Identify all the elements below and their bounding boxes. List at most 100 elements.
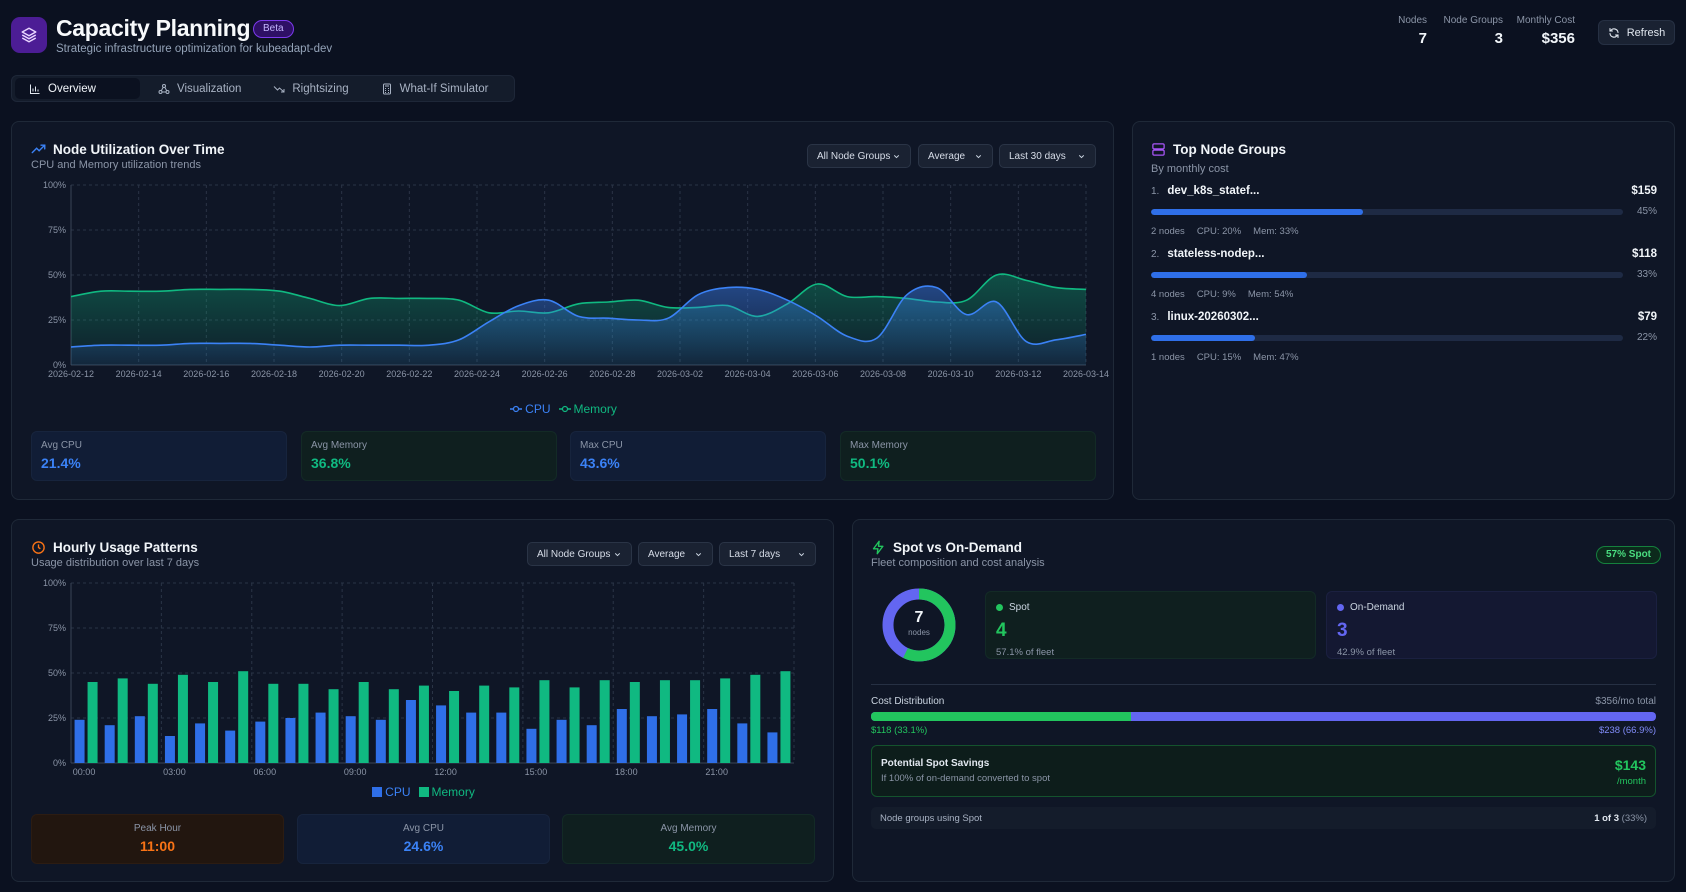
top-groups-title-text: Top Node Groups	[1173, 142, 1286, 157]
kpi-label: Max Memory	[850, 440, 908, 451]
memory-bar	[388, 689, 399, 763]
stat-nodes: Nodes 7	[1386, 15, 1427, 47]
tab-label: Rightsizing	[292, 82, 349, 95]
y-tick-label: 100%	[43, 578, 66, 588]
cost-share-bar	[1151, 208, 1623, 215]
cost-distribution-label: Cost Distribution	[871, 696, 945, 707]
ondemand-count: 3	[1337, 620, 1348, 641]
refresh-icon	[1609, 27, 1619, 38]
cost-distribution-bar	[871, 712, 1656, 721]
legend-memory: Memory	[558, 402, 617, 416]
cost-share-bar	[1151, 271, 1623, 278]
refresh-button[interactable]: Refresh	[1598, 20, 1675, 45]
bar-chart-icon	[30, 84, 40, 94]
stat-label: Node Groups	[1443, 15, 1503, 26]
hourly-usage-card: Hourly Usage Patterns Usage distribution…	[11, 519, 834, 882]
x-tick-label: 2026-03-06	[792, 369, 838, 379]
memory-bar	[208, 682, 219, 763]
node-group-index: 1.	[1151, 186, 1160, 197]
spot-label: Spot	[996, 602, 1305, 613]
memory-bar	[358, 682, 369, 763]
cpu-bar	[767, 732, 778, 763]
x-tick-label: 15:00	[525, 767, 548, 777]
ondemand-share: 42.9% of fleet	[1337, 647, 1396, 658]
memory-bar	[750, 674, 761, 763]
cpu-bar	[737, 723, 748, 763]
node-group-name-text: linux-20260302...	[1167, 311, 1259, 323]
y-tick-label: 75%	[48, 623, 66, 633]
savings-value: $143	[1614, 757, 1646, 773]
top-groups-subtitle: By monthly cost	[1151, 163, 1229, 175]
cpu-bar	[405, 700, 416, 763]
spot-subtitle: Fleet composition and cost analysis	[871, 557, 1045, 569]
legend-cpu-label: CPU	[525, 402, 551, 416]
server-icon	[1152, 143, 1165, 156]
node-group-row[interactable]: 3. linux-20260302... $79 22% 1 nodes CPU:…	[1151, 311, 1657, 363]
spot-count-box: Spot 4 57.1% of fleet	[985, 591, 1316, 659]
memory-bar	[117, 678, 128, 763]
node-group-row[interactable]: 2. stateless-nodep... $118 33% 4 nodes CP…	[1151, 248, 1657, 300]
refresh-label: Refresh	[1626, 26, 1666, 39]
spot-title-text: Spot vs On-Demand	[893, 540, 1023, 555]
x-tick-label: 2026-02-26	[522, 369, 568, 379]
tab-overview[interactable]: Overview	[15, 78, 140, 99]
cpu-bar	[496, 712, 507, 763]
cpu-bar	[345, 716, 356, 763]
app-logo	[11, 17, 47, 53]
stat-label: Monthly Cost	[1516, 15, 1575, 26]
spot-share: 57.1% of fleet	[996, 647, 1055, 658]
tab-label: Visualization	[177, 82, 242, 95]
x-tick-label: 2026-02-20	[319, 369, 365, 379]
kpi-max-memory: Max Memory 50.1%	[840, 431, 1096, 481]
node-group-name: 1. dev_k8s_statef...	[1151, 185, 1259, 197]
page-title: Capacity Planning	[56, 15, 251, 41]
cpu-bar	[646, 716, 657, 763]
memory-bar	[509, 687, 520, 763]
legend-memory-label: Memory	[573, 402, 617, 416]
memory-bar	[238, 671, 249, 763]
line-marker-icon	[510, 405, 523, 413]
x-tick-label: 06:00	[254, 767, 277, 777]
memory-bar	[87, 682, 98, 763]
cpu-bar	[285, 718, 296, 763]
tab-what-if-simulator[interactable]: What-If Simulator	[367, 78, 503, 99]
tab-visualization[interactable]: Visualization	[144, 78, 255, 99]
ondemand-label-text: On-Demand	[1350, 602, 1405, 613]
kpi-label: Avg CPU	[403, 823, 444, 834]
memory-bar	[449, 691, 460, 763]
utilization-legend: CPU Memory	[12, 402, 1115, 416]
calculator-icon	[382, 83, 391, 94]
savings-unit: /month	[1616, 776, 1646, 787]
cpu-bar	[74, 719, 85, 763]
node-group-name: 3. linux-20260302...	[1151, 311, 1259, 323]
cost-share-percent: 45%	[1636, 206, 1657, 217]
kpi-avg-memory: Avg Memory 45.0%	[562, 814, 815, 864]
x-tick-label: 12:00	[434, 767, 457, 777]
tab-rightsizing[interactable]: Rightsizing	[259, 78, 362, 99]
x-tick-label: 2026-02-16	[183, 369, 229, 379]
kpi-avg-memory: Avg Memory 36.8%	[301, 431, 557, 481]
cpu-usage: CPU: 9%	[1196, 289, 1236, 300]
savings-title: Potential Spot Savings	[881, 758, 990, 769]
legend-cpu: CPU	[372, 785, 411, 799]
kpi-label: Avg Memory	[660, 823, 717, 834]
stat-value: $356	[1541, 30, 1575, 47]
y-tick-label: 50%	[48, 270, 66, 280]
y-tick-label: 25%	[48, 713, 66, 723]
cpu-bar	[556, 719, 567, 763]
savings-box: Potential Spot Savings If 100% of on-dem…	[871, 745, 1656, 797]
node-count: 1 nodes	[1151, 352, 1185, 363]
x-tick-label: 2026-02-24	[454, 369, 500, 379]
memory-bar	[298, 683, 309, 763]
x-tick-label: 2026-02-28	[589, 369, 635, 379]
kpi-label: Peak Hour	[133, 823, 182, 834]
node-group-cost: $118	[1632, 248, 1657, 260]
node-group-row[interactable]: 1. dev_k8s_statef... $159 45% 2 nodes CPU…	[1151, 185, 1657, 237]
cost-spot-label: $118 (33.1%)	[871, 725, 928, 736]
node-count: 4 nodes	[1151, 289, 1185, 300]
node-group-index: 2.	[1151, 249, 1160, 260]
node-group-name-text: stateless-nodep...	[1167, 248, 1265, 260]
spot-usage-value: 1 of 3 (33%)	[1594, 813, 1647, 824]
memory-usage: Mem: 33%	[1253, 226, 1299, 237]
cpu-bar	[104, 725, 115, 763]
